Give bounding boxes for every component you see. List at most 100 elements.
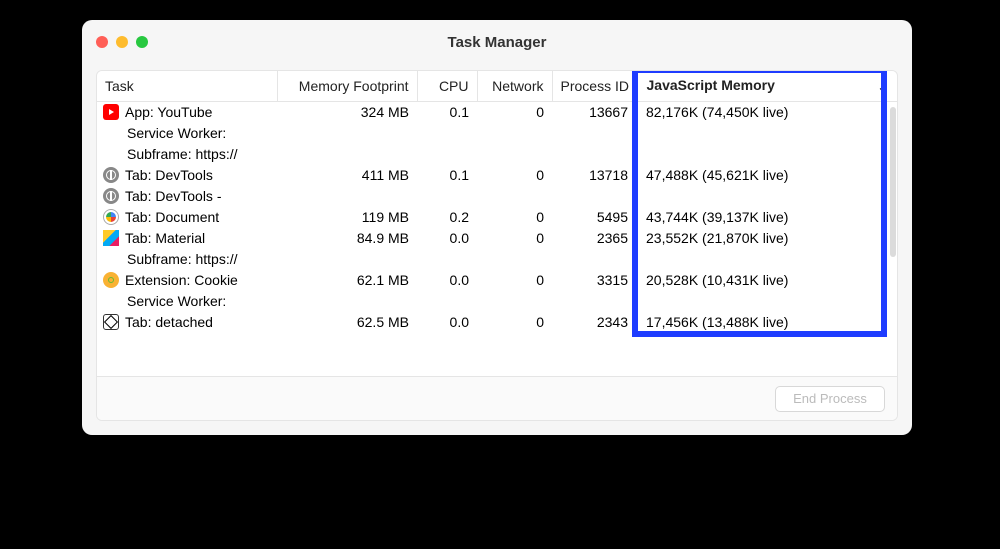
vertical-scrollbar[interactable]: [890, 107, 896, 257]
cell-task: Service Worker:: [97, 291, 277, 312]
cell-task: Extension: Cookie: [97, 270, 277, 291]
cell-task: App: YouTube: [97, 101, 277, 123]
table-row[interactable]: Tab: detached62.5 MB0.00234317,456K (13,…: [97, 312, 897, 333]
cell-memory: [277, 291, 417, 312]
task-label: Subframe: https://: [127, 250, 238, 268]
task-label: Tab: Material: [125, 229, 205, 247]
minimize-icon[interactable]: [116, 36, 128, 48]
cell-pid: 13718: [552, 165, 636, 186]
cell-cpu: [417, 291, 477, 312]
col-task[interactable]: Task: [97, 71, 277, 101]
cell-network: [477, 144, 552, 165]
cell-jsmem: 17,456K (13,488K live): [636, 312, 897, 333]
cell-network: [477, 123, 552, 144]
cell-cpu: 0.0: [417, 270, 477, 291]
cell-jsmem: [636, 249, 897, 270]
cell-pid: 5495: [552, 207, 636, 228]
cell-pid: [552, 123, 636, 144]
material-icon: [103, 230, 119, 246]
table-row[interactable]: Tab: Document119 MB0.20549543,744K (39,1…: [97, 207, 897, 228]
cell-network: [477, 249, 552, 270]
cell-pid: 2365: [552, 228, 636, 249]
cell-pid: 3315: [552, 270, 636, 291]
cell-network: 0: [477, 207, 552, 228]
codepen-icon: [103, 314, 119, 330]
table-row[interactable]: Service Worker:: [97, 291, 897, 312]
process-table-body: App: YouTube324 MB0.101366782,176K (74,4…: [97, 101, 897, 333]
col-pid[interactable]: Process ID: [552, 71, 636, 101]
cell-memory: 62.5 MB: [277, 312, 417, 333]
cell-memory: [277, 249, 417, 270]
cell-memory: [277, 144, 417, 165]
cell-memory: 62.1 MB: [277, 270, 417, 291]
cell-pid: [552, 249, 636, 270]
cell-network: 0: [477, 228, 552, 249]
task-label: App: YouTube: [125, 103, 212, 121]
table-row[interactable]: Tab: Material84.9 MB0.00236523,552K (21,…: [97, 228, 897, 249]
cell-cpu: [417, 144, 477, 165]
task-label: Tab: DevTools -: [125, 187, 221, 205]
cell-cpu: [417, 123, 477, 144]
task-manager-window: Task Manager Task Memory Footprint CPU: [82, 20, 912, 435]
col-network[interactable]: Network: [477, 71, 552, 101]
cell-jsmem: [636, 291, 897, 312]
col-memory[interactable]: Memory Footprint: [277, 71, 417, 101]
cell-task: Tab: Material: [97, 228, 277, 249]
task-label: Tab: DevTools: [125, 166, 213, 184]
cell-pid: [552, 291, 636, 312]
cell-task: Subframe: https://: [97, 144, 277, 165]
window-title: Task Manager: [82, 34, 912, 51]
cell-network: 0: [477, 165, 552, 186]
cell-cpu: [417, 186, 477, 207]
cell-task: Tab: Document: [97, 207, 277, 228]
cookie-icon: [103, 272, 119, 288]
cell-memory: [277, 123, 417, 144]
cell-jsmem: [636, 144, 897, 165]
cell-memory: 84.9 MB: [277, 228, 417, 249]
table-row[interactable]: App: YouTube324 MB0.101366782,176K (74,4…: [97, 101, 897, 123]
cell-task: Tab: DevTools: [97, 165, 277, 186]
task-label: Service Worker:: [127, 124, 226, 142]
cell-task: Tab: detached: [97, 312, 277, 333]
cell-cpu: 0.2: [417, 207, 477, 228]
task-label: Extension: Cookie: [125, 271, 238, 289]
doc-icon: [103, 209, 119, 225]
cell-cpu: 0.0: [417, 228, 477, 249]
chevron-down-icon: ⌄: [878, 81, 887, 94]
table-row[interactable]: Subframe: https://: [97, 144, 897, 165]
footer-bar: End Process: [97, 376, 897, 420]
cell-memory: [277, 186, 417, 207]
cell-cpu: 0.0: [417, 312, 477, 333]
process-table: Task Memory Footprint CPU Network Proces…: [97, 71, 897, 333]
zoom-icon[interactable]: [136, 36, 148, 48]
globe-icon: [103, 188, 119, 204]
cell-jsmem: 82,176K (74,450K live): [636, 101, 897, 123]
cell-pid: 2343: [552, 312, 636, 333]
close-icon[interactable]: [96, 36, 108, 48]
cell-cpu: 0.1: [417, 101, 477, 123]
task-label: Tab: Document: [125, 208, 219, 226]
table-row[interactable]: Tab: DevTools411 MB0.101371847,488K (45,…: [97, 165, 897, 186]
table-row[interactable]: Service Worker:: [97, 123, 897, 144]
end-process-button[interactable]: End Process: [775, 386, 885, 412]
cell-task: Subframe: https://: [97, 249, 277, 270]
table-row[interactable]: Extension: Cookie62.1 MB0.00331520,528K …: [97, 270, 897, 291]
cell-jsmem: [636, 123, 897, 144]
cell-network: [477, 186, 552, 207]
cell-network: [477, 291, 552, 312]
table-row[interactable]: Tab: DevTools -: [97, 186, 897, 207]
table-row[interactable]: Subframe: https://: [97, 249, 897, 270]
cell-cpu: [417, 249, 477, 270]
cell-jsmem: 47,488K (45,621K live): [636, 165, 897, 186]
col-jsmem[interactable]: JavaScript Memory ⌄: [636, 71, 897, 101]
cell-jsmem: 43,744K (39,137K live): [636, 207, 897, 228]
cell-network: 0: [477, 101, 552, 123]
task-label: Subframe: https://: [127, 145, 238, 163]
col-cpu[interactable]: CPU: [417, 71, 477, 101]
globe-icon: [103, 167, 119, 183]
youtube-icon: [103, 104, 119, 120]
cell-pid: [552, 144, 636, 165]
cell-pid: [552, 186, 636, 207]
cell-memory: 324 MB: [277, 101, 417, 123]
cell-network: 0: [477, 270, 552, 291]
